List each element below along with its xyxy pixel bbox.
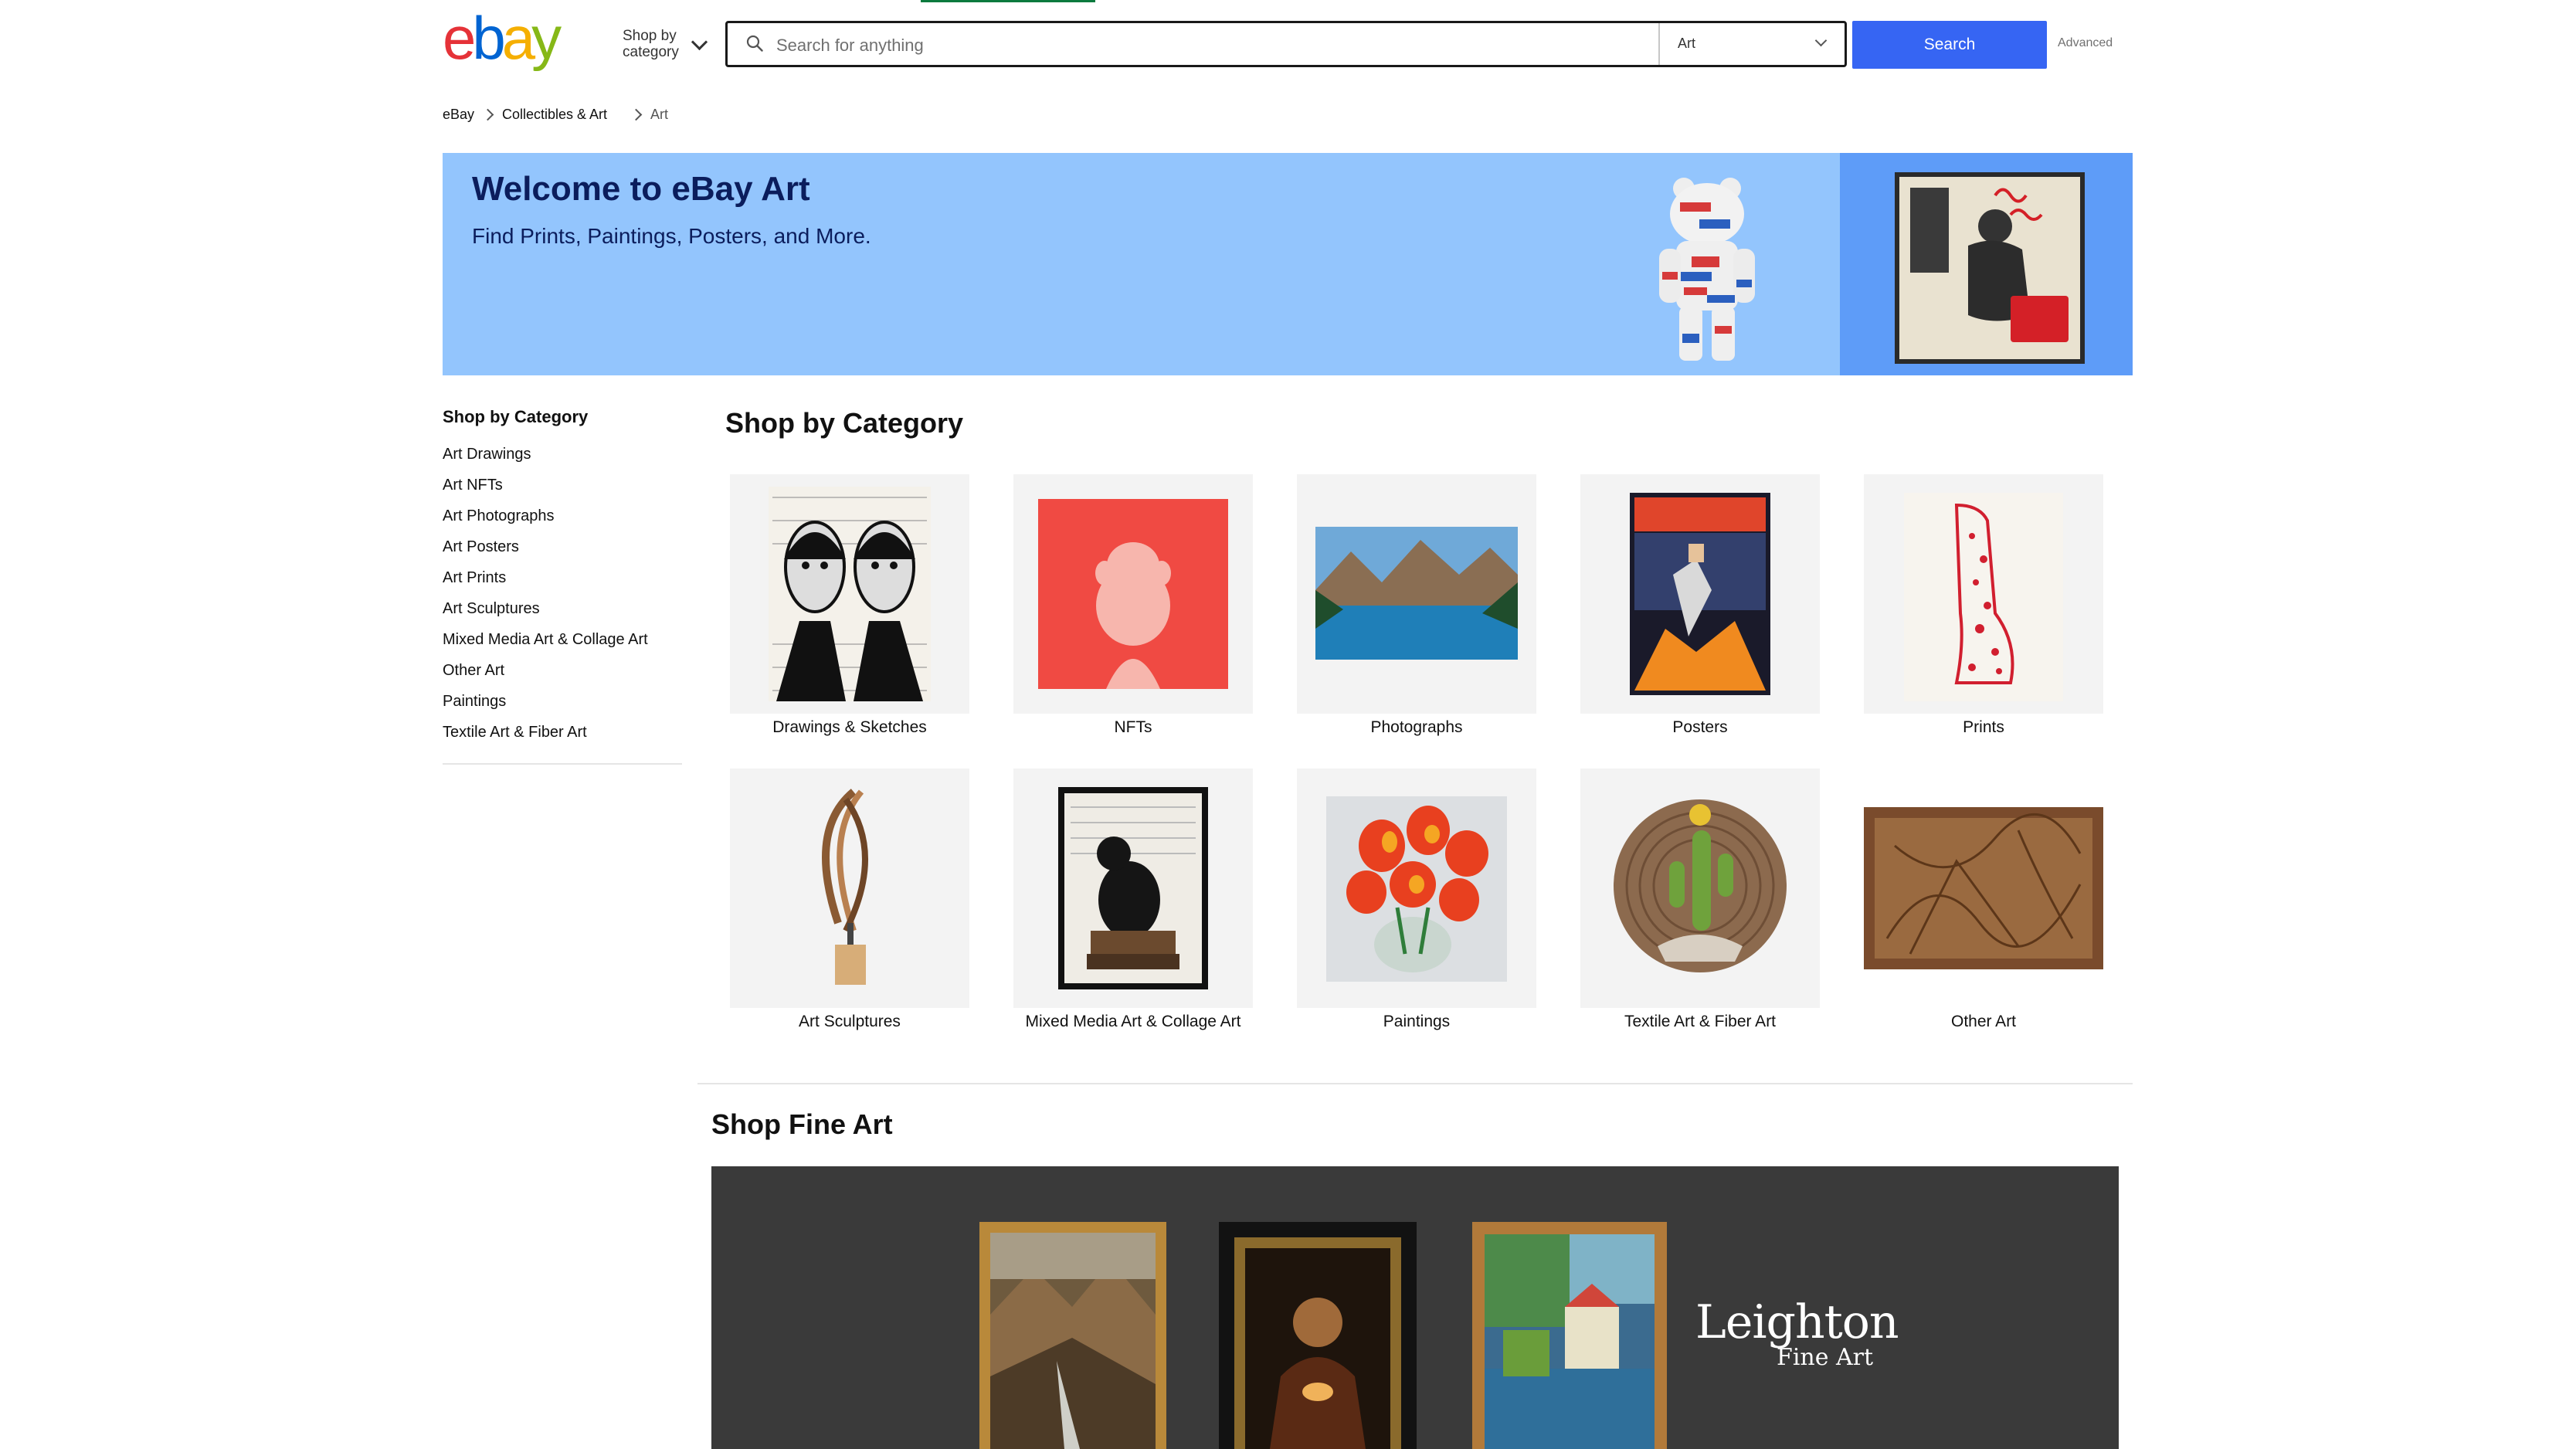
search-divider	[1658, 23, 1660, 65]
hero-title: Welcome to eBay Art	[472, 170, 810, 208]
shop-by-category-line1: Shop by	[623, 28, 677, 44]
tile-drawings-sketches[interactable]	[730, 474, 969, 714]
breadcrumb-collectibles-art[interactable]: Collectibles & Art	[502, 107, 607, 123]
search-icon	[746, 35, 763, 52]
tile-label-art-sculptures[interactable]: Art Sculptures	[718, 1011, 981, 1032]
tile-prints[interactable]	[1864, 474, 2103, 714]
tile-label-prints[interactable]: Prints	[1852, 717, 2115, 738]
category-select-value: Art	[1678, 36, 1696, 51]
section-divider	[697, 1083, 2133, 1084]
sidebar-item-art-photographs[interactable]: Art Photographs	[443, 507, 555, 525]
textile-art-image	[1614, 799, 1787, 972]
search-button[interactable]: Search	[1852, 21, 2047, 69]
tile-label-posters[interactable]: Posters	[1569, 717, 1831, 738]
page-load-progress-strip	[921, 0, 1095, 2]
shop-by-category-line2: category	[623, 44, 679, 60]
chevron-right-icon	[481, 108, 494, 121]
art-sculptures-image	[822, 789, 868, 985]
tile-label-nfts[interactable]: NFTs	[1002, 717, 1264, 738]
tile-art-sculptures[interactable]	[730, 769, 969, 1008]
tile-mixed-media[interactable]	[1013, 769, 1253, 1008]
sidebar-item-art-nfts[interactable]: Art NFTs	[443, 477, 503, 494]
tile-label-paintings[interactable]: Paintings	[1285, 1011, 1548, 1032]
chimpanzee-painting-image	[1895, 172, 2085, 364]
tile-other-art[interactable]	[1864, 769, 2103, 1008]
paintings-image	[1326, 796, 1507, 982]
sidebar-item-other-art[interactable]: Other Art	[443, 662, 504, 680]
drawings-sketches-image	[769, 487, 931, 701]
leighton-brand-name: Leighton	[1695, 1295, 1899, 1349]
sidebar-heading: Shop by Category	[443, 407, 589, 426]
tile-label-drawings-sketches[interactable]: Drawings & Sketches	[718, 717, 981, 738]
sidebar-item-textile-art[interactable]: Textile Art & Fiber Art	[443, 724, 587, 741]
hero-subtitle: Find Prints, Paintings, Posters, and Mor…	[472, 224, 871, 248]
posters-image	[1630, 493, 1770, 695]
sidebar-item-mixed-media[interactable]: Mixed Media Art & Collage Art	[443, 631, 648, 649]
mixed-media-image	[1058, 787, 1208, 989]
category-heading: Shop by Category	[725, 407, 964, 439]
photographs-image	[1315, 527, 1518, 660]
breadcrumb-art: Art	[650, 107, 669, 122]
landscape-painting-image	[979, 1222, 1166, 1449]
tile-label-photographs[interactable]: Photographs	[1285, 717, 1548, 738]
sidebar-item-art-prints[interactable]: Art Prints	[443, 569, 506, 587]
candlelight-portrait-painting-image	[1219, 1222, 1417, 1449]
sidebar-divider	[443, 763, 682, 765]
tile-label-other-art[interactable]: Other Art	[1852, 1011, 2115, 1032]
abstract-landscape-painting-image	[1472, 1222, 1667, 1449]
search-input[interactable]	[775, 25, 1658, 66]
sidebar-item-paintings[interactable]: Paintings	[443, 693, 506, 711]
prints-image	[1904, 493, 2063, 701]
fine-art-heading: Shop Fine Art	[711, 1108, 893, 1140]
ebay-logo[interactable]: ebay	[443, 14, 580, 74]
tile-label-mixed-media[interactable]: Mixed Media Art & Collage Art	[1002, 1011, 1264, 1032]
sidebar-item-art-posters[interactable]: Art Posters	[443, 538, 519, 556]
tile-photographs[interactable]	[1297, 474, 1536, 714]
chevron-down-icon	[691, 33, 708, 51]
sidebar-item-art-sculptures[interactable]: Art Sculptures	[443, 600, 540, 618]
chevron-right-icon	[630, 108, 643, 121]
tile-paintings[interactable]	[1297, 769, 1536, 1008]
nfts-image	[1038, 499, 1228, 689]
advanced-search-link[interactable]: Advanced	[2058, 36, 2113, 50]
other-art-image	[1864, 807, 2103, 969]
shop-by-category-button[interactable]: Shop by category	[623, 28, 708, 60]
bearbrick-figure-image	[1659, 178, 1755, 361]
tile-posters[interactable]	[1580, 474, 1820, 714]
sidebar-item-art-drawings[interactable]: Art Drawings	[443, 446, 531, 463]
tile-nfts[interactable]	[1013, 474, 1253, 714]
tile-textile-art[interactable]	[1580, 769, 1820, 1008]
breadcrumb-ebay[interactable]: eBay	[443, 107, 474, 123]
leighton-brand-subtitle: Fine Art	[1777, 1344, 1874, 1371]
svg-text:ebay: ebay	[443, 14, 562, 72]
tile-label-textile-art[interactable]: Textile Art & Fiber Art	[1569, 1011, 1831, 1032]
